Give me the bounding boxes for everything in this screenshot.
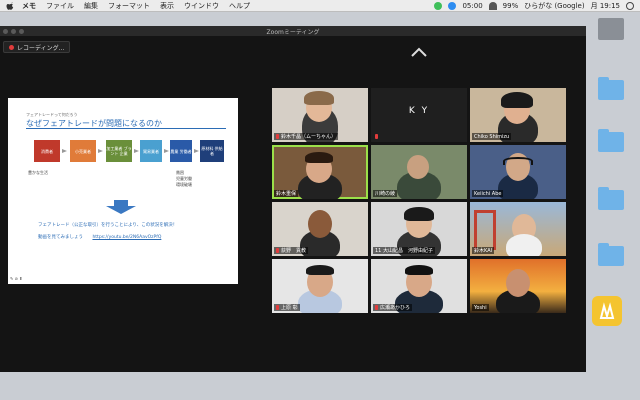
spotlight-icon[interactable] [626, 2, 634, 10]
menu-window[interactable]: ウインドウ [184, 1, 219, 11]
participant-tile[interactable]: 鈴木重保 [272, 145, 368, 199]
desktop-folder-icon[interactable] [594, 243, 628, 266]
participant-name: 広瀬あかひろ [373, 304, 413, 311]
menu-file[interactable]: ファイル [46, 1, 74, 11]
slide-divider [26, 128, 226, 129]
chain-arrow [164, 149, 169, 153]
muted-mic-icon [375, 134, 378, 139]
video-prompt: 動画を見てみましょう [38, 235, 83, 240]
chevron-up-icon[interactable] [410, 47, 428, 57]
participant-name: 鈴木千晶（ムーちゃん） [274, 133, 339, 140]
annotation-tools[interactable]: ✎ ⊘ ⬆ [10, 276, 23, 281]
zoom-app-icon[interactable] [592, 296, 622, 326]
desktop-folder-icon[interactable] [594, 77, 628, 100]
poor-label: 環境破壊 [176, 182, 192, 187]
chain-farmer: 農業 労働者 [170, 140, 192, 162]
bell-pepper-icon [599, 302, 615, 320]
participant-tile[interactable]: Yoshi [470, 259, 566, 313]
participant-tile[interactable]: 鈴木千晶（ムーちゃん） [272, 88, 368, 142]
slide-rich-label: 豊かな生活 [28, 170, 48, 175]
participant-tile[interactable]: Chiko Shimizu [470, 88, 566, 142]
down-arrow-icon [106, 200, 136, 214]
menu-app-notes[interactable]: メモ [22, 1, 36, 11]
input-source[interactable]: ひらがな (Google) [524, 1, 584, 11]
slide-poor-labels: 貧困 児童労働 環境破壊 [176, 170, 192, 188]
participant-name: 鈴木重保 [274, 190, 299, 197]
chain-arrow [194, 149, 199, 153]
muted-mic-icon [375, 305, 378, 310]
battery-readout[interactable]: 99% [503, 2, 519, 10]
status-green-icon[interactable] [434, 2, 443, 10]
shared-screen: フェアトレードって何だろう なぜフェアトレードが問題になるのか 消費者 小売業者… [8, 98, 238, 284]
menu-edit[interactable]: 編集 [84, 1, 98, 11]
slide-video-line: 動画を見てみましょう https://youtu.be/2N6AavOzPfQ [38, 234, 161, 240]
window-titlebar[interactable]: Zoomミーティング [0, 26, 586, 36]
desktop-folder-icon[interactable] [594, 187, 628, 210]
chain-consumer: 消費者 [34, 140, 60, 162]
participant-tile[interactable]: 川崎の綾 [371, 145, 467, 199]
participant-name: 11 大山紀昌 河野由紀子 [373, 247, 435, 254]
recording-icon [9, 44, 14, 50]
window-title: Zoomミーティング [266, 29, 320, 36]
video-link[interactable]: https://youtu.be/2N6AavOzPfQ [92, 235, 161, 240]
apple-menu-icon[interactable] [6, 1, 16, 11]
muted-mic-icon [276, 305, 279, 310]
chain-supplier: 原材料 供給者 [200, 140, 224, 162]
recording-label: レコーディング... [17, 44, 65, 52]
chain-arrow [134, 149, 139, 153]
menu-format[interactable]: フォーマット [108, 1, 150, 11]
menu-extras: 05:00 99% ひらがな (Google) 月 19:15 [434, 0, 634, 12]
muted-mic-icon [276, 134, 279, 139]
menubar-clock[interactable]: 月 19:15 [591, 1, 620, 11]
menu-view[interactable]: 表示 [160, 1, 174, 11]
participant-initials: K Y [408, 106, 430, 116]
participant-tile[interactable]: 上原 彰 [272, 259, 368, 313]
participant-name: Chiko Shimizu [472, 133, 512, 140]
participant-tile[interactable]: K Y [371, 88, 467, 142]
chain-arrow [62, 149, 67, 153]
participant-name: Keiichi Abe [472, 190, 504, 197]
slide-solution-text: フェアトレード（公正な取引）を行うことにより、この状況を解決！ [38, 223, 178, 228]
chain-arrow [98, 149, 103, 153]
muted-mic-icon [276, 248, 279, 253]
chain-trader: 貿易業者 [140, 140, 162, 162]
wifi-icon[interactable] [488, 2, 497, 10]
desktop-drive-icon[interactable] [594, 18, 628, 40]
participant-name: 川崎の綾 [373, 190, 398, 197]
menu-help[interactable]: ヘルプ [229, 1, 250, 11]
chain-retailer: 小売業者 [70, 140, 96, 162]
participant-name [373, 133, 382, 140]
menu-bar: メモ ファイル 編集 フォーマット 表示 ウインドウ ヘルプ 05:00 99%… [0, 0, 640, 12]
participant-name: 鈴木KAI [472, 247, 495, 254]
participant-name: Yoshi [472, 304, 489, 311]
chat-icon[interactable] [448, 2, 457, 10]
participant-tile[interactable]: 広瀬あかひろ [371, 259, 467, 313]
recording-indicator[interactable]: レコーディング... [3, 41, 71, 53]
participant-name: 上原 彰 [274, 304, 300, 311]
participant-name: 荻野 貢教 [274, 247, 309, 254]
bridge-graphic [474, 210, 496, 250]
participant-tile[interactable]: 鈴木KAI [470, 202, 566, 256]
participant-tile[interactable]: Keiichi Abe [470, 145, 566, 199]
participant-tile[interactable]: 荻野 貢教 [272, 202, 368, 256]
desktop-folder-icon[interactable] [594, 129, 628, 152]
timer-readout[interactable]: 05:00 [462, 2, 482, 10]
chain-processor: 加工業者 ブラント 企業 [106, 140, 132, 162]
participant-tile[interactable]: 11 大山紀昌 河野由紀子 [371, 202, 467, 256]
